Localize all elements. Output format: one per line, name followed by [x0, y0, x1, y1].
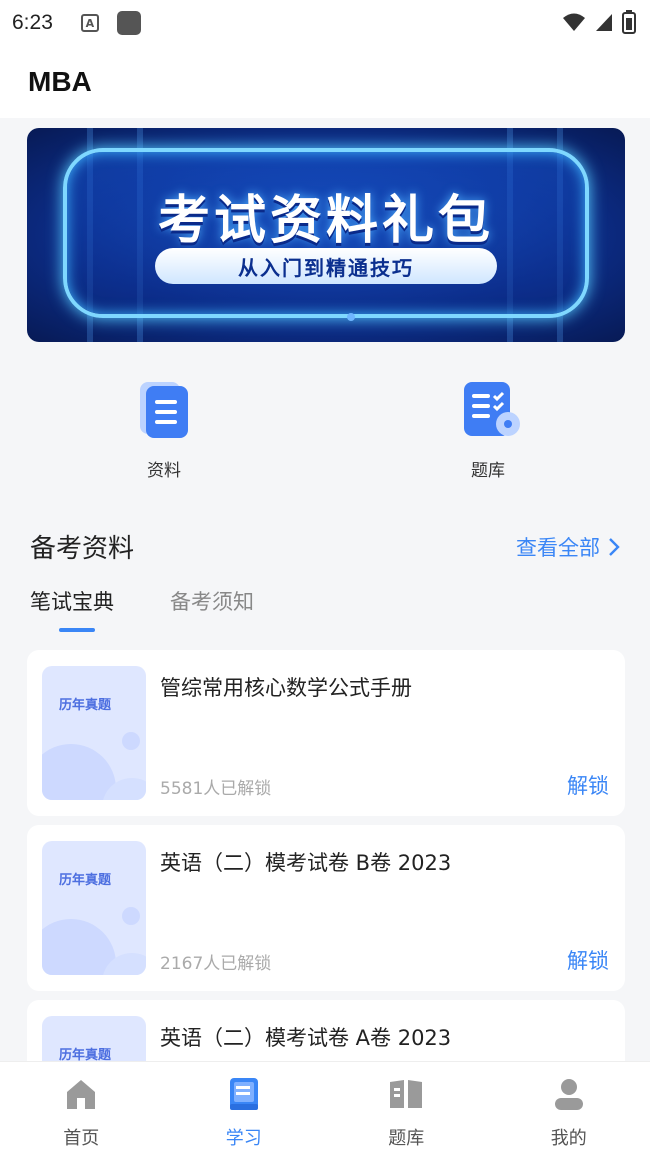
thumb-decoration [42, 744, 116, 800]
promo-banner[interactable]: 考试资料礼包 从入门到精通技巧 [27, 128, 625, 342]
thumb-badge: 历年真题 [59, 1048, 112, 1063]
quick-entry-label: 题库 [471, 461, 505, 481]
notification-a-icon: A [80, 14, 99, 32]
app-header: MBA [0, 46, 650, 118]
thumb-badge: 历年真题 [59, 698, 112, 713]
unlock-button[interactable]: 解锁 [567, 945, 609, 975]
study-icon [229, 1078, 258, 1110]
list-item[interactable]: 历年真题 英语（二）模考试卷 B卷 2023 2167人已解锁 解锁 [27, 825, 625, 991]
card-thumbnail: 历年真题 [42, 841, 146, 975]
document-icon [138, 380, 190, 440]
material-tabs: 笔试宝典 备考须知 [30, 586, 254, 632]
unlock-button[interactable]: 解锁 [567, 770, 609, 800]
book-icon [390, 1080, 423, 1108]
quick-entry-label: 资料 [147, 461, 181, 481]
quick-entry-materials[interactable]: 资料 [104, 380, 224, 481]
tab-study[interactable]: 学习 [163, 1062, 326, 1154]
card-title: 英语（二）模考试卷 B卷 2023 [160, 851, 452, 875]
tab-label: 题库 [388, 1128, 425, 1149]
unlock-count: 2167人已解锁 [160, 954, 272, 974]
chevron-right-icon [609, 538, 620, 556]
section-title: 备考资料 [30, 534, 135, 564]
profile-icon [554, 1079, 583, 1110]
home-icon [67, 1080, 96, 1109]
thumb-badge: 历年真题 [59, 873, 112, 888]
status-indicators [562, 10, 636, 34]
battery-icon [622, 10, 636, 34]
question-bank-icon [462, 380, 520, 440]
card-title: 英语（二）模考试卷 A卷 2023 [160, 1026, 452, 1050]
tab-profile[interactable]: 我的 [488, 1062, 650, 1154]
wifi-icon [563, 13, 585, 31]
view-all-label: 查看全部 [516, 536, 600, 560]
banner-title: 考试资料礼包 [157, 191, 494, 251]
carousel-indicator [347, 313, 355, 321]
thumb-decoration [122, 732, 140, 750]
tab-label: 首页 [63, 1128, 100, 1149]
tab-label: 我的 [550, 1128, 587, 1149]
tab-label: 学习 [225, 1128, 262, 1149]
thumb-decoration [42, 919, 116, 975]
banner-subtitle: 从入门到精通技巧 [155, 248, 497, 284]
tab-question-bank[interactable]: 题库 [325, 1062, 488, 1154]
active-tab-indicator [59, 628, 95, 632]
quick-entry-question-bank[interactable]: 题库 [428, 380, 548, 481]
tab-written-exam[interactable]: 笔试宝典 [30, 586, 114, 632]
page-title: MBA [28, 66, 92, 97]
list-item[interactable]: 历年真题 管综常用核心数学公式手册 5581人已解锁 解锁 [27, 650, 625, 816]
unlock-count: 5581人已解锁 [160, 779, 272, 799]
status-bar: 6:23 A [0, 0, 650, 46]
tab-home[interactable]: 首页 [0, 1062, 163, 1154]
card-title: 管综常用核心数学公式手册 [160, 676, 412, 700]
notification-square-icon [116, 11, 141, 35]
view-all-link[interactable]: 查看全部 [516, 532, 620, 562]
card-thumbnail: 历年真题 [42, 666, 146, 800]
bottom-tab-bar: 首页 学习 题库 我的 [0, 1062, 650, 1154]
signal-icon [596, 14, 612, 31]
status-time: 6:23 [12, 11, 53, 34]
thumb-decoration [122, 907, 140, 925]
tab-label: 备考须知 [170, 590, 254, 614]
tab-exam-notes[interactable]: 备考须知 [170, 586, 254, 616]
tab-label: 笔试宝典 [30, 590, 114, 614]
